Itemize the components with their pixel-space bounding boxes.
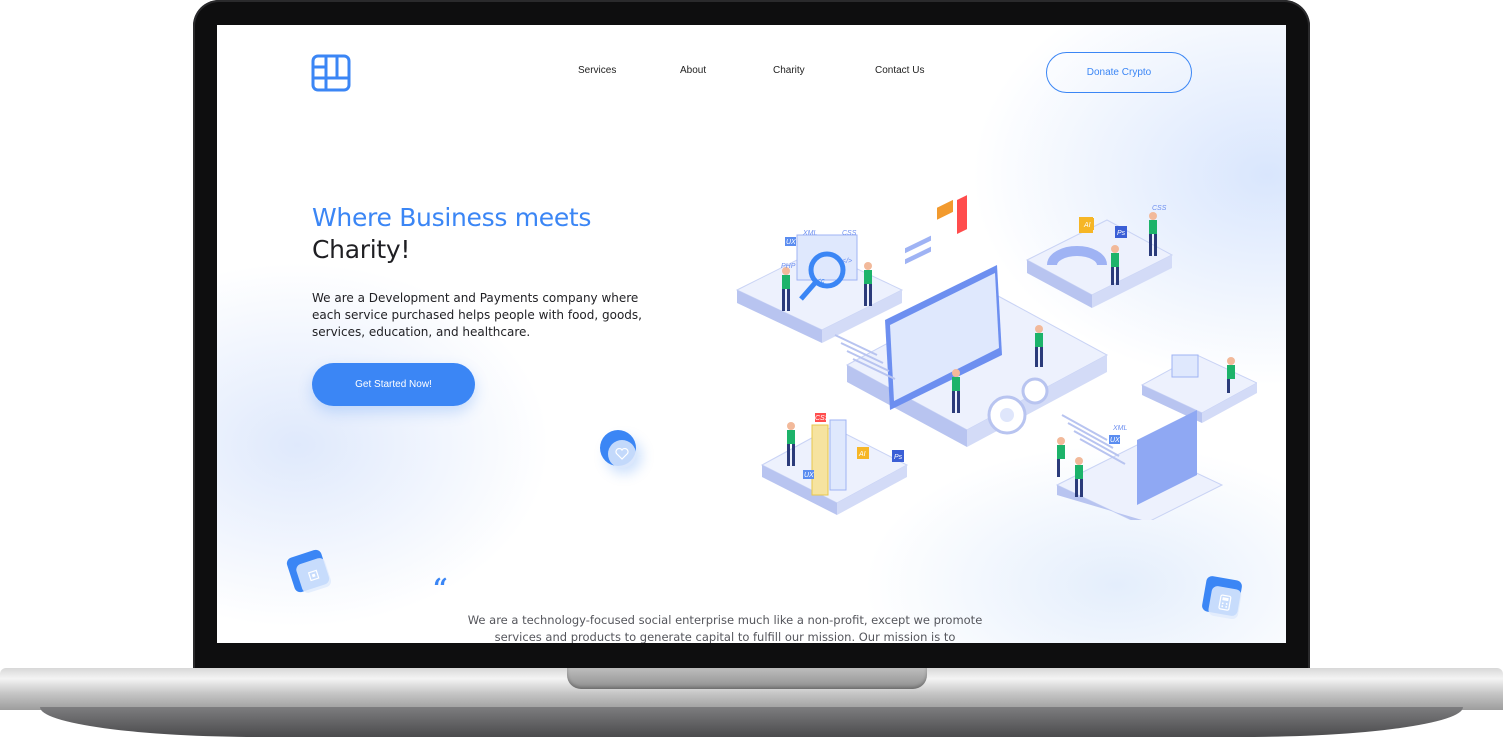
tag-ux-2: UX: [804, 472, 814, 479]
hero-title-line2: Charity!: [312, 235, 411, 264]
tag-xml-1: XML: [802, 230, 818, 237]
tag-ps-1: Ps: [1117, 230, 1126, 237]
nav-link-contact-us[interactable]: Contact Us: [875, 65, 924, 76]
tag-css-3: CSS: [815, 415, 830, 422]
laptop-notch: [567, 668, 927, 689]
tag-php: PHP: [781, 263, 796, 270]
nav-link-services[interactable]: Services: [578, 65, 616, 76]
donate-crypto-button[interactable]: Donate Crypto: [1046, 52, 1192, 93]
mission-quote: We are a technology-focused social enter…: [467, 613, 983, 643]
hero-description: We are a Development and Payments compan…: [312, 291, 642, 339]
hero-title: Where Business meets Charity!: [312, 202, 591, 266]
tag-css-2: CSS: [1152, 205, 1167, 212]
tag-css-1: CSS: [842, 230, 857, 237]
platform-top-left: [735, 234, 904, 343]
floating-calculator-tile: [1201, 575, 1243, 620]
nav-link-about[interactable]: About: [680, 65, 706, 76]
platform-bottom-left: [760, 419, 909, 515]
get-started-button[interactable]: Get Started Now!: [312, 363, 475, 406]
tag-ux-1: UX: [786, 239, 796, 246]
tag-ux-3: UX: [1110, 437, 1120, 444]
platform-right: [1140, 354, 1257, 423]
floating-chip-tile: [285, 548, 333, 595]
tag-ps-2: Ps: [894, 454, 903, 461]
heart-icon: [615, 448, 629, 460]
tag-code-partial: <c: [817, 278, 825, 285]
website-screen: Services About Charity Contact Us Donate…: [217, 25, 1286, 643]
tag-xml-2: XML: [1112, 425, 1128, 432]
isometric-team-illustration: UX XML CSS PHP </> <c AI Ps CSS UX XML C…: [735, 195, 1257, 520]
hero-title-line1: Where Business meets: [312, 203, 592, 232]
nav-link-charity[interactable]: Charity: [773, 65, 805, 76]
tag-ai-2: AI: [858, 451, 866, 458]
quote-mark: “: [433, 574, 448, 604]
calculator-icon: [1218, 594, 1232, 611]
tag-ai-1: AI: [1083, 222, 1091, 229]
grid-logo-icon[interactable]: [311, 54, 351, 92]
floating-heart-badge: [600, 430, 636, 468]
laptop-base-bottom: [40, 707, 1463, 737]
tag-code: </>: [842, 258, 852, 265]
